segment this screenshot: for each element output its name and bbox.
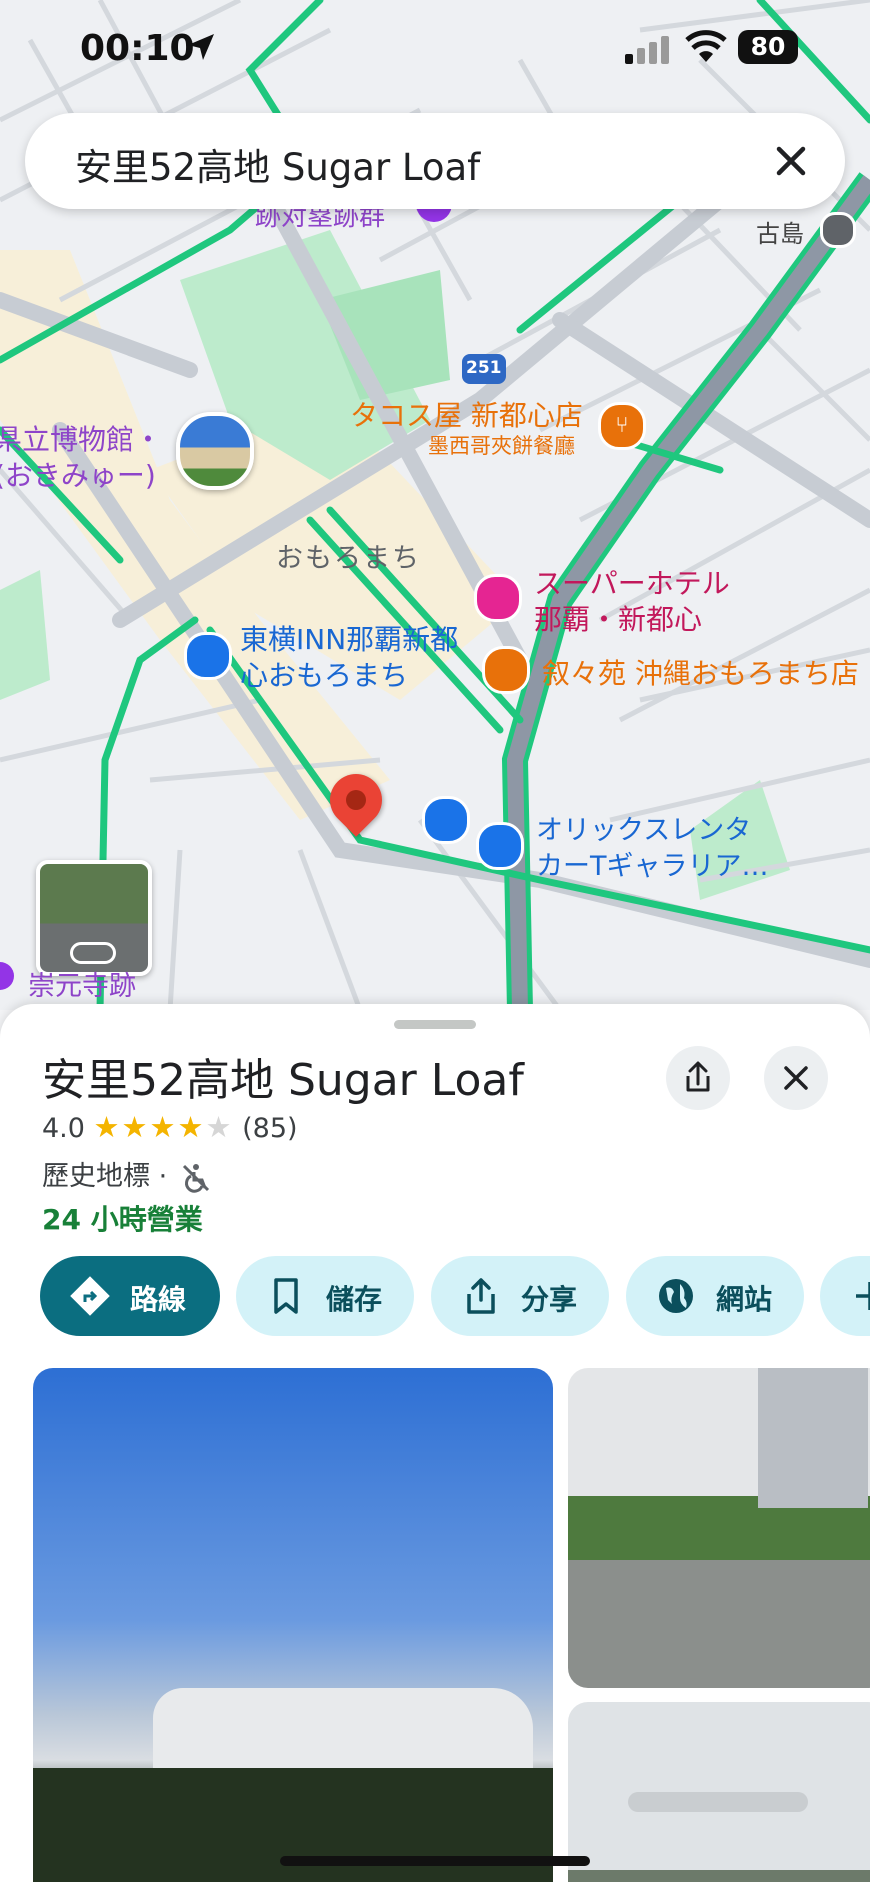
directions-icon xyxy=(70,1276,110,1316)
open-hours[interactable]: 24 小時營業 xyxy=(42,1198,203,1238)
map-label-museum-2: (おきみゅー) xyxy=(0,459,156,492)
rating-value: 4.0 xyxy=(42,1113,85,1144)
directions-button[interactable]: 路線 xyxy=(40,1256,220,1336)
home-indicator[interactable] xyxy=(280,1856,590,1866)
place-category: 歷史地標 · xyxy=(42,1161,168,1192)
pin-dot xyxy=(346,790,366,810)
cellular-signal-icon xyxy=(625,36,669,64)
drag-handle[interactable] xyxy=(394,1020,476,1029)
map-label-furushima: 古島 xyxy=(756,220,804,248)
bookmark-icon xyxy=(274,1278,298,1314)
map-label-joyen[interactable]: 叙々苑 沖縄おもろまち店 xyxy=(542,652,859,692)
rotate-360-icon xyxy=(70,942,116,964)
place-sheet[interactable]: 安里52高地 Sugar Loaf 4.0 ★★★★★ (85) 歷史地標 · … xyxy=(0,1004,870,1882)
location-arrow-icon xyxy=(188,34,214,60)
category-row: 歷史地標 · xyxy=(42,1154,212,1194)
place-photo-main[interactable] xyxy=(33,1368,553,1882)
route-number: 251 xyxy=(466,358,502,378)
map-label-orix-1[interactable]: オリックスレンタ xyxy=(536,808,751,847)
map-label-super-hotel-1[interactable]: スーパーホテル xyxy=(534,562,730,602)
hotel-icon[interactable] xyxy=(474,574,522,622)
map-label-omoromachi: おもろまち xyxy=(276,543,421,574)
website-label: 網站 xyxy=(716,1283,773,1316)
more-actions-button[interactable] xyxy=(820,1256,870,1336)
close-icon xyxy=(784,1066,808,1090)
save-label: 儲存 xyxy=(326,1283,383,1316)
rating-row[interactable]: 4.0 ★★★★★ (85) xyxy=(42,1110,298,1144)
review-count: (85) xyxy=(242,1113,298,1144)
station-icon[interactable] xyxy=(820,212,856,248)
place-title: 安里52高地 Sugar Loaf xyxy=(42,1055,524,1106)
restaurant-icon[interactable]: ⑂ xyxy=(598,402,646,450)
hotel-blue-icon[interactable] xyxy=(476,822,524,870)
status-time: 00:10 xyxy=(80,28,195,69)
hotel-blue-icon[interactable] xyxy=(422,796,470,844)
map-label-toyoko-2: 心おもろまち xyxy=(240,659,409,692)
directions-label: 路線 xyxy=(130,1283,187,1316)
share-label: 分享 xyxy=(521,1283,578,1316)
save-button[interactable]: 儲存 xyxy=(236,1256,414,1336)
map-label-toyoko-1[interactable]: 東横INN那覇新都 xyxy=(240,618,458,658)
share-circle-button[interactable] xyxy=(666,1046,730,1110)
map-label-museum-1[interactable]: 県立博物館・ xyxy=(0,418,162,458)
globe-icon xyxy=(659,1279,693,1313)
map-label-temple[interactable]: 崇元寺跡 xyxy=(28,964,136,1003)
canopy-shape xyxy=(628,1792,808,1812)
street-view-thumbnail[interactable] xyxy=(36,860,152,976)
battery-indicator: 80 xyxy=(738,30,798,64)
website-button[interactable]: 網站 xyxy=(626,1256,804,1336)
share-button[interactable]: 分享 xyxy=(431,1256,609,1336)
search-query[interactable]: 安里52高地 Sugar Loaf xyxy=(75,137,480,191)
museum-photo-pin[interactable] xyxy=(176,412,254,490)
wifi-icon xyxy=(685,30,727,62)
place-photo-2[interactable] xyxy=(568,1368,870,1688)
place-photo-3[interactable] xyxy=(568,1702,870,1882)
plus-icon xyxy=(856,1282,870,1310)
map-label-tacos[interactable]: タコス屋 新都心店 xyxy=(350,394,583,434)
status-bar: 00:10 80 xyxy=(0,0,870,100)
star-rating-icon: ★★★★★ xyxy=(93,1110,234,1144)
search-bar[interactable]: 安里52高地 Sugar Loaf xyxy=(25,113,845,209)
tower-shape xyxy=(758,1368,868,1508)
share-icon xyxy=(467,1278,495,1314)
map-label-tacos-sub: 墨西哥夾餅餐廳 xyxy=(428,434,575,458)
hotel-blue-icon[interactable] xyxy=(184,632,232,680)
map-label-super-hotel-2: 那覇・新都心 xyxy=(534,603,703,636)
share-icon xyxy=(686,1061,710,1092)
map-label-orix-2: カーTギャラリア… xyxy=(536,851,769,882)
not-wheelchair-accessible-icon xyxy=(182,1163,209,1193)
close-sheet-button[interactable] xyxy=(764,1046,828,1110)
restaurant-icon[interactable] xyxy=(482,646,530,694)
clear-search-icon[interactable] xyxy=(767,137,815,185)
